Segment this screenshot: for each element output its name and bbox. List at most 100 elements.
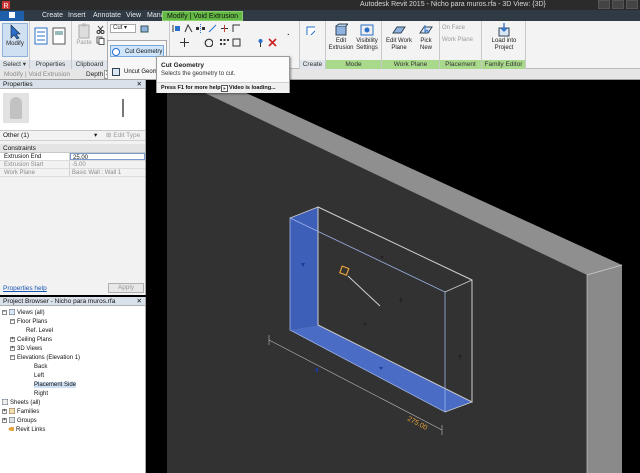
mirror-draw-icon[interactable] xyxy=(208,24,217,33)
options-context-label: Modify | Void Extrusion xyxy=(4,71,70,78)
apply-button[interactable]: Apply xyxy=(108,283,144,293)
panel-create: Create xyxy=(300,21,326,69)
modify-label: Modify xyxy=(6,41,24,47)
split-element-icon[interactable] xyxy=(220,24,229,33)
uncut-geometry-label: Uncut Geom xyxy=(124,69,158,75)
on-work-plane-button[interactable]: Work Plane xyxy=(442,37,480,46)
array-icon[interactable] xyxy=(220,38,229,47)
tab-modify-void-extrusion[interactable]: Modify | Void Extrusion xyxy=(162,11,244,21)
collapse-icon[interactable]: − xyxy=(2,309,7,315)
modify-button[interactable]: Modify xyxy=(2,23,28,57)
window-controls xyxy=(598,0,638,10)
tree-item-right[interactable]: Right xyxy=(34,390,48,398)
rotate-icon[interactable] xyxy=(204,38,213,47)
viewport-canvas[interactable]: 275.00 xyxy=(147,75,640,473)
tree-label: Right xyxy=(34,391,49,397)
edit-type-button[interactable]: ⊞ Edit Type xyxy=(106,131,140,141)
tooltip-footer: Press F1 for more help Video is loading.… xyxy=(157,82,289,93)
cut-split-button[interactable]: Cut ▾ xyxy=(110,24,136,33)
properties-palette: Properties ✕ Other (1) ▾ ⊞ Edit Type Con… xyxy=(0,80,146,295)
panel-mode-label: Mode xyxy=(326,60,381,69)
property-row-extrusion-end[interactable]: Extrusion End 25.00 xyxy=(0,153,145,161)
void-side-face xyxy=(290,207,318,330)
properties-button[interactable] xyxy=(34,27,48,47)
pick-new-button[interactable]: Pick New xyxy=(414,23,438,57)
panel-properties: Properties xyxy=(30,21,72,69)
constraints-group[interactable]: Constraints xyxy=(0,144,145,153)
create-similar-icon[interactable] xyxy=(306,26,315,35)
join-geometry-icon[interactable] xyxy=(140,24,149,33)
tree-item-revit-links[interactable]: Revit Links xyxy=(8,426,45,434)
quick-access-toolbar[interactable]: R xyxy=(2,1,22,10)
edit-extrusion-button[interactable]: Edit Extrusion xyxy=(328,23,354,57)
expand-icon[interactable]: + xyxy=(10,336,15,342)
tab-annotate[interactable]: Annotate xyxy=(89,11,125,21)
expand-icon[interactable]: + xyxy=(2,417,7,423)
tree-item-elevations[interactable]: − Elevations (Elevation 1) xyxy=(10,354,80,362)
minimize-button[interactable] xyxy=(598,0,610,9)
mirror-axis-icon[interactable] xyxy=(196,24,205,33)
tree-item-placement-side[interactable]: Placement Side xyxy=(34,381,77,389)
tree-item-back[interactable]: Back xyxy=(34,363,47,371)
properties-title: Properties xyxy=(3,81,33,88)
depth-label: Depth xyxy=(86,71,104,78)
tree-label: Groups xyxy=(17,418,37,424)
close-icon[interactable]: ✕ xyxy=(137,80,142,89)
pin-icon[interactable] xyxy=(256,38,265,47)
cut-geometry-icon xyxy=(112,48,120,56)
maximize-button[interactable] xyxy=(612,0,624,9)
tree-item-sheets[interactable]: Sheets (all) xyxy=(2,399,40,407)
filter-dropdown-icon[interactable]: ▾ xyxy=(94,131,97,141)
property-value-input[interactable]: 25.00 xyxy=(70,153,145,161)
revit-links-icon xyxy=(8,427,14,432)
tree-item-ceiling-plans[interactable]: + Ceiling Plans xyxy=(10,336,52,344)
properties-help-link[interactable]: Properties help xyxy=(3,285,47,292)
type-properties-button[interactable] xyxy=(52,27,66,47)
property-row-extrusion-start[interactable]: Extrusion Start -5.00 xyxy=(0,161,145,169)
collapse-icon[interactable]: − xyxy=(10,318,15,324)
dimension-icon[interactable] xyxy=(280,26,289,35)
panel-select-label[interactable]: Select ▾ xyxy=(0,60,29,69)
tree-item-views[interactable]: − Views (all) xyxy=(2,309,45,317)
properties-filter[interactable]: Other (1) ▾ ⊞ Edit Type xyxy=(0,131,145,141)
align-icon[interactable] xyxy=(172,24,181,33)
tree-item-left[interactable]: Left xyxy=(34,372,44,380)
svg-text:R: R xyxy=(4,3,9,9)
scissors-icon[interactable] xyxy=(96,25,105,34)
type-selector[interactable] xyxy=(0,89,145,131)
properties-icon xyxy=(34,27,48,45)
visibility-settings-button[interactable]: Visibility Settings xyxy=(354,23,380,57)
tab-create[interactable]: Create xyxy=(38,11,67,21)
tree-item-3d-views[interactable]: +3D Views xyxy=(10,345,42,353)
tooltip-description: Selects the geometry to cut. xyxy=(161,71,236,77)
tab-file[interactable] xyxy=(0,11,24,21)
collapse-icon[interactable]: − xyxy=(10,354,15,360)
tree-label: Families xyxy=(17,409,40,415)
ribbon: Modify Select ▾ Properties Paste Clipboa… xyxy=(0,21,640,69)
copy-icon[interactable] xyxy=(96,36,105,45)
tab-view[interactable]: View xyxy=(122,11,145,21)
tree-item-floor-plans[interactable]: − Floor Plans xyxy=(10,318,47,326)
visibility-settings-icon xyxy=(360,24,374,36)
3d-viewport[interactable]: 275.00 xyxy=(147,75,640,473)
tree-item-families[interactable]: + Families xyxy=(2,408,39,416)
offset-icon[interactable] xyxy=(184,24,193,33)
move-icon[interactable] xyxy=(180,38,189,47)
edit-work-plane-button[interactable]: Edit Work Plane xyxy=(384,23,414,57)
close-button[interactable] xyxy=(626,0,638,9)
trim-extend-icon[interactable] xyxy=(232,24,241,33)
scale-icon[interactable] xyxy=(232,38,241,47)
load-into-project-button[interactable]: Load into Project xyxy=(486,23,522,57)
tab-insert[interactable]: Insert xyxy=(64,11,90,21)
revit-logo-icon: R xyxy=(2,1,10,10)
tree-item-groups[interactable]: + Groups xyxy=(2,417,37,425)
close-icon[interactable]: ✕ xyxy=(137,297,142,306)
expand-icon[interactable]: + xyxy=(10,345,15,351)
tree-item-ref-level[interactable]: Ref. Level xyxy=(26,327,53,335)
property-row-work-plane[interactable]: Work Plane Basic Wall : Wall 1 xyxy=(0,169,145,177)
on-face-button[interactable]: On Face xyxy=(442,25,480,34)
paste-button[interactable]: Paste xyxy=(74,23,94,57)
delete-icon[interactable] xyxy=(268,38,277,47)
expand-icon[interactable]: + xyxy=(2,408,7,414)
property-value[interactable]: -5.00 xyxy=(70,161,145,168)
